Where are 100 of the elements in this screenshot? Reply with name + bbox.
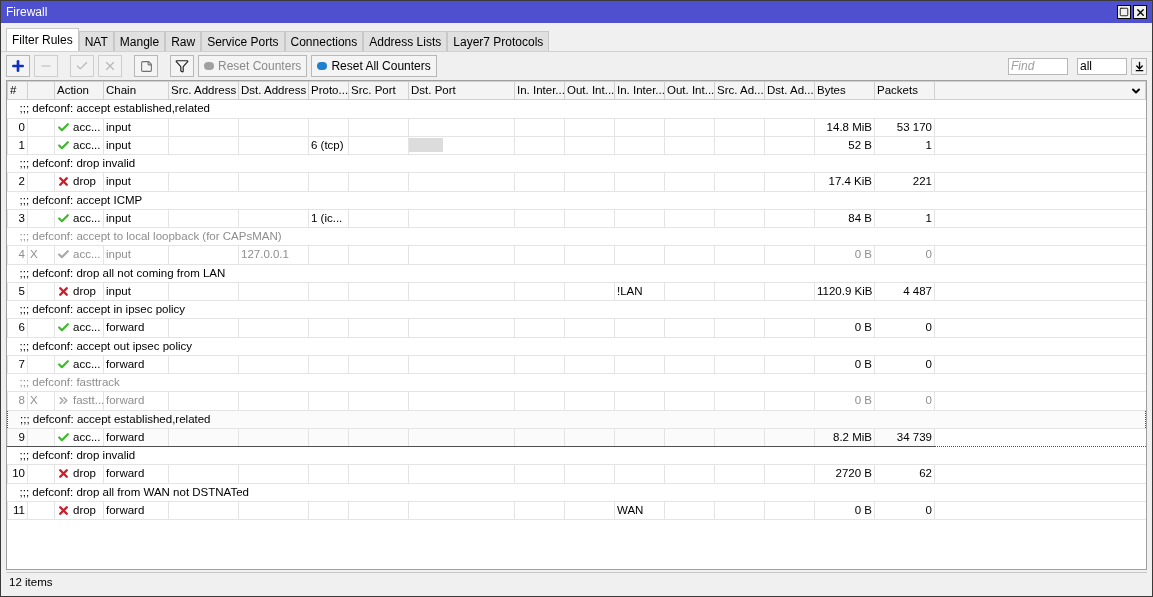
table-cell: !LAN	[617, 284, 643, 297]
maximize-button[interactable]	[1117, 5, 1131, 19]
table-cell: forward	[106, 503, 145, 516]
comment-row[interactable]: ;;; defconf: drop invalid	[7, 154, 1146, 173]
table-cell: 0 B	[854, 503, 872, 516]
table-cell: 52 B	[848, 138, 872, 151]
rule-comment: ;;; defconf: drop all not coming from LAN	[19, 266, 226, 279]
close-icon	[1134, 6, 1146, 18]
rule-row[interactable]: 1 acc... input 6 (tcp) 52 B 1	[7, 136, 1146, 155]
table-cell: 1120.9 KiB	[817, 284, 873, 297]
find-field[interactable]: Find	[1008, 57, 1068, 75]
table-cell: 7	[18, 357, 25, 370]
table-cell: 53 170	[896, 120, 932, 133]
column-header[interactable]: Dst. Address	[238, 81, 309, 100]
dropdown-button[interactable]	[1131, 57, 1147, 75]
column-header[interactable]: Packets	[874, 81, 935, 100]
comment-row[interactable]: ;;; defconf: accept ICMP	[7, 191, 1146, 210]
table-cell: 127.0.0.1	[241, 248, 289, 261]
table-cell-text: drop	[73, 502, 97, 518]
rule-comment: ;;; defconf: accept in ipsec policy	[19, 303, 186, 315]
column-header[interactable]: #	[7, 81, 28, 100]
rule-row[interactable]: 11 drop forward WAN 0 B 0	[7, 501, 1146, 520]
tab[interactable]: NAT	[78, 31, 114, 51]
table-cell: forward	[106, 394, 145, 407]
table-cell-text: acc...	[73, 320, 101, 336]
status-text: 12 items	[8, 574, 54, 590]
table-cell: 2720 B	[835, 467, 872, 480]
filter-button[interactable]	[170, 55, 194, 77]
rule-row[interactable]: 3 acc... input 1 (ic... 84 B 1	[7, 209, 1146, 228]
table-cell: 6 (tcp)	[311, 138, 344, 151]
table-cell: 5	[18, 284, 25, 297]
column-header[interactable]: Dst. Port	[408, 81, 515, 100]
column-header[interactable]: Src. Ad...	[714, 81, 765, 100]
rule-comment: ;;; defconf: accept to local loopback (for CAPsMAN)	[19, 230, 282, 242]
table-cell: 0	[925, 357, 932, 370]
column-header[interactable]: Proto...	[308, 81, 349, 100]
rule-row[interactable]: 10 drop forward 2720 B 62	[7, 464, 1146, 483]
column-header[interactable]: Out. Int...	[564, 81, 615, 100]
rule-row[interactable]: 2 drop input 17.4 KiB 221	[7, 172, 1146, 191]
rule-row[interactable]: 5 drop input !LAN 1120.9 KiB 4 487	[7, 282, 1146, 301]
table-cell: 1	[18, 138, 25, 151]
comment-row[interactable]: ;;; defconf: accept in ipsec policy	[7, 300, 1146, 319]
table-cell: input	[106, 284, 131, 297]
comment-button[interactable]	[134, 55, 158, 77]
table-cell-text: acc...	[73, 247, 101, 263]
tab[interactable]: Raw	[165, 31, 202, 51]
table-cell: 4	[18, 248, 25, 261]
table-cell: 84 B	[848, 211, 872, 224]
reset-all-counters-button[interactable]: Reset All Counters	[311, 55, 437, 77]
tab[interactable]: Address Lists	[363, 31, 448, 51]
column-header[interactable]: Dst. Ad...	[764, 81, 815, 100]
table-cell: WAN	[617, 503, 644, 516]
rule-row[interactable]: 0 acc... input 14.8 MiB 53 170	[7, 118, 1146, 137]
rule-comment: ;;; defconf: drop invalid	[19, 157, 136, 169]
table-cell-text: acc...	[73, 210, 101, 226]
rule-row[interactable]: 9 acc... forward 8.2 MiB 34 739	[7, 428, 1146, 447]
table-cell: 1	[925, 211, 932, 224]
plus-icon	[10, 58, 26, 74]
column-header[interactable]: In. Inter...	[614, 81, 665, 100]
tab[interactable]: Layer7 Protocols	[447, 31, 550, 51]
cross-icon	[103, 59, 117, 73]
table-cell: 8	[18, 394, 25, 407]
add-button[interactable]	[6, 55, 30, 77]
column-header[interactable]: Chain	[103, 81, 169, 100]
table-cell: 4 487	[903, 284, 932, 297]
window-title: Firewall	[6, 4, 48, 21]
tab[interactable]: Service Ports	[201, 31, 285, 51]
column-header[interactable]: Out. Int...	[664, 81, 715, 100]
table-cell: 0 B	[854, 248, 872, 261]
rule-row[interactable]: 6 acc... forward 0 B 0	[7, 318, 1146, 337]
column-header[interactable]: Src. Port	[348, 81, 409, 100]
check-icon	[57, 138, 70, 152]
table-cell: 0	[925, 248, 932, 261]
comment-row[interactable]: ;;; defconf: drop invalid	[7, 446, 1146, 465]
tab[interactable]: Filter Rules	[6, 28, 79, 51]
column-header[interactable]: In. Inter...	[514, 81, 565, 100]
table-cell: 0 B	[854, 357, 872, 370]
table-cell: 62	[919, 467, 932, 480]
comment-row[interactable]: ;;; defconf: drop all not coming from LAN	[7, 264, 1146, 283]
comment-row[interactable]: ;;; defconf: accept out ipsec policy	[7, 337, 1146, 356]
filter-select[interactable]: all	[1077, 57, 1127, 75]
check-icon	[57, 357, 70, 371]
column-header[interactable]: Bytes	[814, 81, 875, 100]
tab[interactable]: Mangle	[113, 31, 166, 51]
comment-row[interactable]: ;;; defconf: drop all from WAN not DSTNATed	[7, 483, 1146, 502]
comment-row[interactable]: ;;; defconf: accept established,related	[7, 99, 1146, 118]
column-header[interactable]: Action	[54, 81, 104, 100]
column-header[interactable]: Src. Address	[168, 81, 239, 100]
table-cell: forward	[106, 357, 145, 370]
table-cell: 11	[13, 503, 25, 516]
table-cell: 0 B	[854, 321, 872, 334]
table-cell: 2	[18, 175, 25, 188]
rule-row[interactable]: 7 acc... forward 0 B 0	[7, 355, 1146, 374]
close-button[interactable]	[1133, 5, 1147, 19]
tab[interactable]: Connections	[284, 31, 364, 51]
table-cell: forward	[106, 467, 145, 480]
table-cell: forward	[106, 321, 145, 334]
rule-comment: ;;; defconf: drop all from WAN not DSTNATed	[19, 485, 249, 498]
table-cell: 221	[912, 175, 932, 188]
table-cell-text: drop	[73, 466, 97, 482]
